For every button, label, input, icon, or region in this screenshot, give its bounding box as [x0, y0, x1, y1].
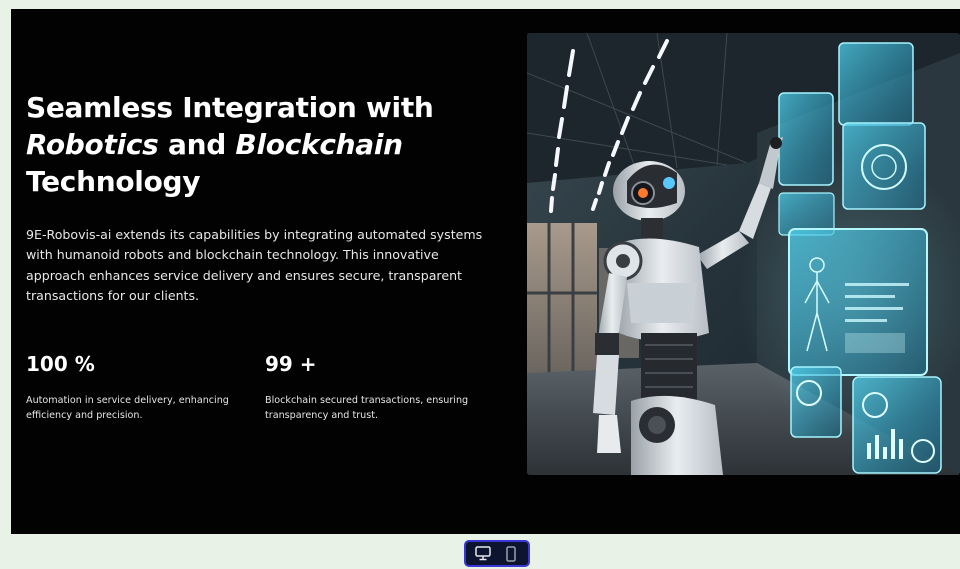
heading-blockchain: Blockchain [235, 128, 403, 161]
integration-section: Seamless Integration with Robotics and B… [11, 9, 960, 534]
device-preview-toggle [464, 540, 530, 567]
stat-value: 100 % [26, 352, 95, 376]
desktop-view-button[interactable] [471, 544, 495, 564]
stat-automation: 100 % Automation in service delivery, en… [26, 351, 256, 423]
mobile-view-button[interactable] [499, 544, 523, 564]
desktop-icon [474, 546, 491, 561]
heading-and: and [167, 128, 226, 161]
stat-text: Blockchain secured transactions, ensurin… [265, 395, 469, 421]
heading-line-2: Robotics and Blockchain [26, 126, 496, 163]
robot-hologram-image [527, 33, 960, 475]
stat-value: 99 + [265, 352, 317, 376]
heading-line-1: Seamless Integration with [26, 91, 434, 124]
stat-text: Automation in service delivery, enhancin… [26, 395, 229, 421]
section-description: 9E-Robovis-ai extends its capabilities b… [26, 227, 483, 303]
heading-line-3: Technology [26, 165, 201, 198]
mobile-icon [506, 545, 517, 562]
stat-blockchain: 99 + Blockchain secured transactions, en… [265, 351, 495, 423]
heading-robotics: Robotics [26, 128, 159, 161]
section-heading: Seamless Integration with Robotics and B… [26, 89, 496, 200]
